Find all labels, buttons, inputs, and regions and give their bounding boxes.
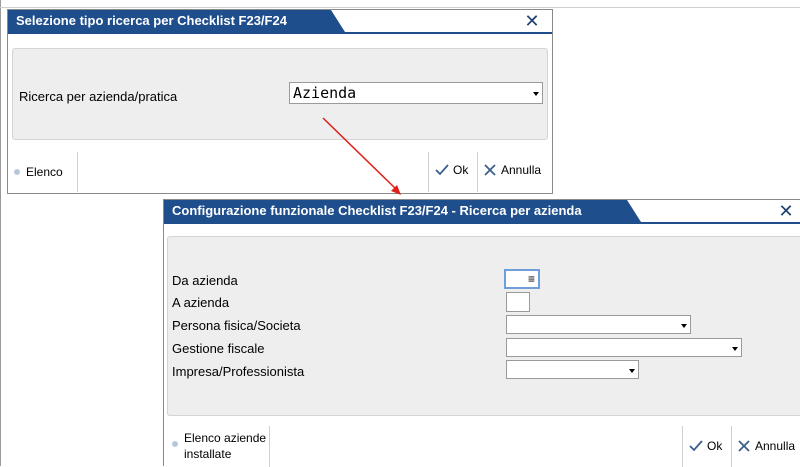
da-azienda-label: Da azienda xyxy=(172,273,238,288)
impresa-select[interactable] xyxy=(506,360,639,379)
ok-label: Ok xyxy=(453,163,469,177)
search-by-label: Ricerca per azienda/pratica xyxy=(19,89,178,104)
elenco-button[interactable]: Elenco xyxy=(14,165,63,179)
background-window-edge xyxy=(0,0,1,466)
annulla-label: Annulla xyxy=(501,163,542,177)
elenco-aziende-line2: installate xyxy=(184,447,232,461)
footer-separator xyxy=(269,426,270,467)
persona-label: Persona fisica/Societa xyxy=(172,318,301,333)
annulla-button[interactable]: Annulla xyxy=(482,162,541,178)
elenco-aziende-line1: Elenco aziende xyxy=(184,431,267,445)
title-underline xyxy=(8,32,552,34)
gestione-label: Gestione fiscale xyxy=(172,341,265,356)
gestione-select[interactable] xyxy=(506,338,742,357)
dialog-footer: Elenco aziende installate Ok Annulla xyxy=(164,426,800,467)
dropdown-arrow-icon xyxy=(533,92,539,96)
close-icon[interactable]: ✕ xyxy=(776,201,796,221)
footer-separator xyxy=(731,426,732,467)
dropdown-arrow-icon xyxy=(629,368,635,373)
x-icon xyxy=(738,440,750,452)
dialog-body-panel: Ricerca per azienda/pratica Azienda xyxy=(12,48,548,140)
footer-separator xyxy=(77,152,78,192)
list-picker-icon: ≡ xyxy=(527,272,535,286)
dialog-titlebar: Selezione tipo ricerca per Checklist F23… xyxy=(8,10,552,34)
checkmark-icon xyxy=(689,440,703,452)
ok-label: Ok xyxy=(707,439,723,453)
dialog-title: Configurazione funzionale Checklist F23/… xyxy=(164,200,641,222)
annulla-label: Annulla xyxy=(755,439,796,453)
title-underline xyxy=(164,222,800,224)
footer-separator xyxy=(428,152,429,192)
dialog-body-panel: Da azienda ≡ A azienda Persona fisica/So… xyxy=(167,236,800,416)
a-azienda-input[interactable] xyxy=(506,292,530,312)
ok-button[interactable]: Ok xyxy=(688,438,722,454)
ok-button[interactable]: Ok xyxy=(434,162,468,178)
footer-separator xyxy=(682,426,683,467)
elenco-aziende-text: Elenco aziende installate xyxy=(184,430,266,462)
persona-select[interactable] xyxy=(506,315,691,334)
a-azienda-label: A azienda xyxy=(172,295,230,310)
search-by-select-value: Azienda xyxy=(293,84,357,102)
annulla-button[interactable]: Annulla xyxy=(736,438,795,454)
company-search-config-dialog: Configurazione funzionale Checklist F23/… xyxy=(163,199,800,467)
da-azienda-input[interactable]: ≡ xyxy=(504,269,540,289)
background-window-top-edge xyxy=(0,7,800,8)
dialog-titlebar: Configurazione funzionale Checklist F23/… xyxy=(164,200,800,224)
x-icon xyxy=(484,164,496,176)
footer-separator xyxy=(477,152,478,192)
close-icon[interactable]: ✕ xyxy=(522,11,542,31)
dropdown-arrow-icon xyxy=(732,346,738,351)
search-by-select[interactable]: Azienda xyxy=(289,82,543,104)
elenco-aziende-button[interactable]: Elenco aziende installate xyxy=(172,430,266,462)
checkmark-icon xyxy=(435,164,449,176)
elenco-label: Elenco xyxy=(26,165,63,179)
dialog-footer: Elenco Ok Annulla xyxy=(8,152,552,192)
list-icon xyxy=(14,169,20,175)
impresa-label: Impresa/Professionista xyxy=(172,364,305,379)
list-icon xyxy=(172,441,178,447)
dropdown-arrow-icon xyxy=(681,323,687,328)
search-type-dialog: Selezione tipo ricerca per Checklist F23… xyxy=(7,9,553,194)
dialog-title: Selezione tipo ricerca per Checklist F23… xyxy=(8,10,345,32)
